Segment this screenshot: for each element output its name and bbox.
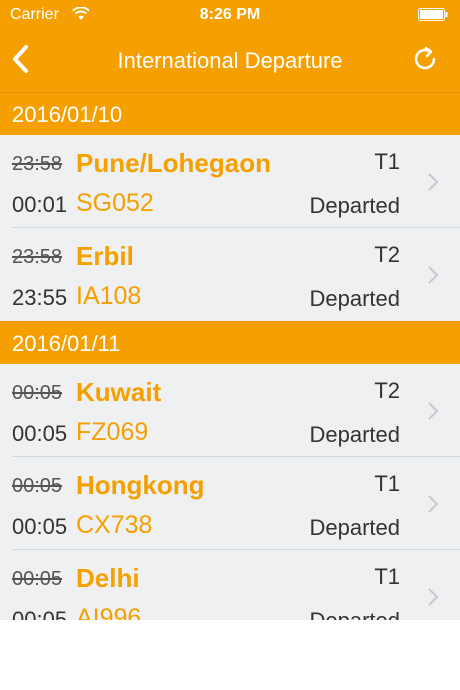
app-screen: Carrier 8:26 PM International Departure — [0, 0, 460, 690]
flight-status: Departed — [309, 286, 400, 311]
departure-list: 2016/01/10 23:58 Pune/Lohegaon 00:01 SG0… — [0, 92, 460, 643]
terminal: T1 — [374, 471, 400, 496]
scheduled-time: 00:05 — [12, 382, 63, 404]
chevron-right-icon — [428, 495, 439, 513]
page-title: International Departure — [117, 48, 343, 73]
flight-row[interactable]: 00:05 Kuwait 00:05 FZ069 T2 Departed — [0, 364, 460, 457]
destination: Kuwait — [76, 377, 162, 407]
actual-time: 00:05 — [12, 514, 68, 539]
flight-number: CX738 — [76, 511, 153, 539]
actual-time: 00:05 — [12, 421, 68, 446]
refresh-icon — [414, 46, 436, 70]
destination: Delhi — [76, 563, 140, 593]
chevron-right-icon — [428, 173, 439, 191]
empty-area — [0, 620, 460, 690]
terminal: T1 — [374, 564, 400, 589]
terminal: T2 — [374, 242, 400, 267]
section-header-date: 2016/01/10 — [0, 92, 460, 135]
flight-status: Departed — [309, 422, 400, 447]
scheduled-time: 00:05 — [12, 568, 63, 590]
scheduled-time: 00:05 — [12, 475, 63, 497]
actual-time: 23:55 — [12, 285, 68, 310]
nav-bar: International Departure — [0, 30, 460, 92]
flight-number: FZ069 — [76, 418, 149, 446]
destination: Pune/Lohegaon — [76, 148, 271, 178]
refresh-button[interactable] — [410, 44, 440, 74]
scheduled-time: 23:58 — [12, 246, 63, 268]
flight-row[interactable]: 23:58 Pune/Lohegaon 00:01 SG052 T1 Depar… — [0, 135, 460, 228]
flight-row[interactable]: 00:05 Hongkong 00:05 CX738 T1 Departed — [0, 457, 460, 550]
status-bar: Carrier 8:26 PM — [0, 0, 460, 30]
chevron-right-icon — [428, 588, 439, 606]
status-time: 8:26 PM — [199, 6, 261, 23]
flight-number: IA108 — [76, 282, 142, 310]
destination: Erbil — [76, 241, 134, 271]
actual-time: 00:01 — [12, 192, 68, 217]
flight-number: SG052 — [76, 189, 154, 217]
section-header-date: 2016/01/11 — [0, 321, 460, 364]
chevron-right-icon — [428, 402, 439, 420]
chevron-right-icon — [428, 266, 439, 284]
flight-status: Departed — [309, 515, 400, 540]
battery-icon — [418, 8, 448, 21]
terminal: T1 — [374, 149, 400, 174]
destination: Hongkong — [76, 470, 205, 500]
flight-row[interactable]: 23:58 Erbil 23:55 IA108 T2 Departed — [0, 228, 460, 321]
terminal: T2 — [374, 378, 400, 403]
flight-status: Departed — [309, 193, 400, 218]
scheduled-time: 23:58 — [12, 153, 63, 175]
